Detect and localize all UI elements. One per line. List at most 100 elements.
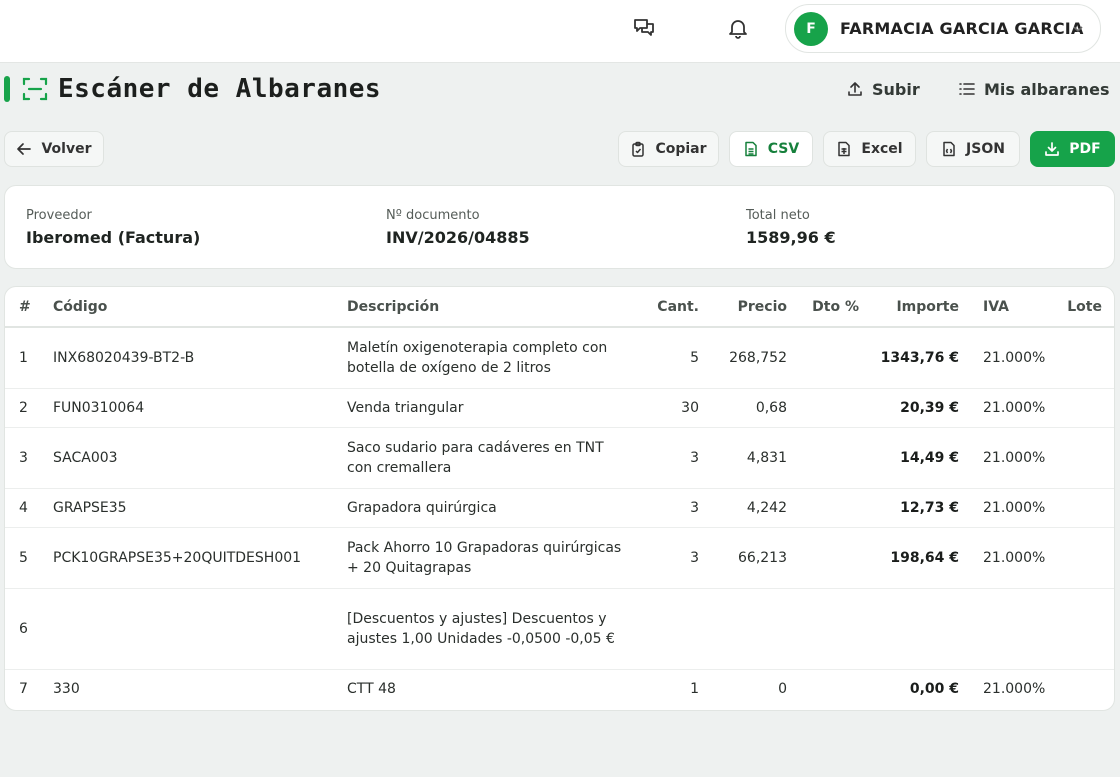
cell-description: Grapadora quirúrgica <box>341 488 647 528</box>
table-header-row: # Código Descripción Cant. Precio Dto % … <box>5 287 1114 328</box>
csv-label: CSV <box>767 141 800 157</box>
column-header-discount: Dto % <box>793 287 865 328</box>
cell-vat: 21.000% <box>965 388 1045 428</box>
file-json-icon <box>943 141 955 157</box>
cell-quantity: 1 <box>690 681 699 698</box>
table-row: 3 SACA003 Saco sudario para cadáveres en T… <box>5 427 1114 489</box>
clipboard-icon <box>632 141 645 157</box>
cell-amount: 1343,76 € <box>865 327 965 389</box>
csv-button[interactable]: CSV <box>729 131 813 167</box>
column-header-vat: IVA <box>965 287 1045 328</box>
cell-number: 3 <box>5 427 47 489</box>
line-items-table: # Código Descripción Cant. Precio Dto % … <box>5 287 1114 709</box>
total-label: Total neto <box>746 208 810 223</box>
cell-discount <box>793 669 865 709</box>
cell-number: 4 <box>5 488 47 528</box>
upload-icon <box>848 82 862 96</box>
cell-description: CTT 48 <box>347 681 396 698</box>
cell-discount <box>793 388 865 428</box>
cell-quantity: 3 <box>647 427 705 489</box>
title-accent-bar <box>4 76 10 102</box>
cell-lot <box>1045 388 1114 428</box>
document-number-value: INV/2026/04885 <box>386 228 530 247</box>
cell-code <box>47 588 341 670</box>
column-header-quantity: Cant. <box>647 287 705 328</box>
cell-lot <box>1045 427 1114 489</box>
cell-quantity <box>647 588 705 670</box>
cell-price: 66,213 <box>705 527 793 589</box>
top-bar: F FARMACIA GARCIA GARCIA <box>0 0 1120 63</box>
supplier-label: Proveedor <box>26 208 92 223</box>
cell-amount <box>865 588 965 670</box>
cell-amount: 0,00 € <box>909 681 959 698</box>
cell-quantity: 3 <box>647 527 705 589</box>
document-number-label: Nº documento <box>386 208 480 223</box>
cell-description: Venda triangular <box>341 388 647 428</box>
cell-vat <box>965 588 1045 670</box>
user-menu[interactable]: F FARMACIA GARCIA GARCIA <box>785 4 1101 53</box>
cell-lot <box>1045 527 1114 589</box>
cell-code: PCK10GRAPSE35+20QUITDESH001 <box>47 527 341 589</box>
cell-discount <box>793 427 865 489</box>
bell-icon[interactable] <box>718 12 758 44</box>
excel-button[interactable]: Excel <box>823 131 916 167</box>
back-label: Volver <box>41 141 92 157</box>
column-header-lot: Lote <box>1045 287 1114 328</box>
cell-lot <box>1045 588 1114 670</box>
cell-code: 330 <box>53 681 80 698</box>
user-name: FARMACIA GARCIA GARCIA <box>840 19 1084 38</box>
cell-discount <box>793 527 865 589</box>
column-header-description: Descripción <box>341 287 647 328</box>
cell-vat: 21.000% <box>965 327 1045 389</box>
excel-label: Excel <box>861 141 903 157</box>
cell-vat: 21.000% <box>965 488 1045 528</box>
upload-label: Subir <box>872 79 920 99</box>
cell-price: 4,242 <box>705 488 793 528</box>
cell-number: 5 <box>5 527 47 589</box>
back-button[interactable]: Volver <box>4 131 104 167</box>
cell-amount: 12,73 € <box>865 488 965 528</box>
cell-vat: 21.000% <box>983 681 1046 698</box>
table-row: 4 GRAPSE35 Grapadora quirúrgica 3 4,242 12,73… <box>5 488 1114 528</box>
list-icon <box>959 83 975 95</box>
page-title: Escáner de Albaranes <box>58 74 382 104</box>
column-header-number: # <box>5 287 47 328</box>
cell-quantity: 5 <box>647 327 705 389</box>
cell-price <box>705 588 793 670</box>
total-value: 1589,96 € <box>746 228 836 247</box>
cell-description: Saco sudario para cadáveres en TNT con c… <box>341 427 647 489</box>
cell-code: SACA003 <box>47 427 341 489</box>
copy-button[interactable]: Copiar <box>618 131 719 167</box>
cell-code: FUN0310064 <box>47 388 341 428</box>
cell-amount: 198,64 € <box>865 527 965 589</box>
upload-button[interactable]: Subir <box>846 76 920 102</box>
json-button[interactable]: JSON <box>926 131 1020 167</box>
table-row: 2 FUN0310064 Venda triangular 30 0,68 20,39 €… <box>5 388 1114 428</box>
avatar: F <box>794 11 828 46</box>
cell-price: 268,752 <box>705 327 793 389</box>
download-icon <box>1045 142 1060 156</box>
cell-description: [Descuentos y ajustes] Descuentos y ajus… <box>341 588 647 670</box>
pdf-label: PDF <box>1069 141 1101 157</box>
cell-discount <box>793 327 865 389</box>
cell-amount: 20,39 € <box>865 388 965 428</box>
cell-price: 4,831 <box>705 427 793 489</box>
column-header-amount: Importe <box>865 287 965 328</box>
cell-description: Pack Ahorro 10 Grapadoras quirúrgicas + … <box>341 527 647 589</box>
cell-number: 2 <box>5 388 47 428</box>
table-row: 5 PCK10GRAPSE35+20QUITDESH001 Pack Ahorro … <box>5 527 1114 589</box>
cell-number: 7 <box>19 681 28 698</box>
cell-quantity: 3 <box>647 488 705 528</box>
pdf-download-button[interactable]: PDF <box>1030 131 1115 167</box>
chat-bubbles-icon[interactable] <box>624 12 664 44</box>
file-csv-icon <box>745 141 757 157</box>
table-row: 6 [Descuentos y ajustes] Descuentos y aju… <box>5 588 1114 670</box>
chevron-down-icon <box>1073 26 1083 33</box>
document-summary-card: Proveedor Iberomed (Factura) Nº document… <box>4 185 1115 269</box>
cell-lot <box>1045 669 1114 709</box>
cell-vat: 21.000% <box>965 427 1045 489</box>
copy-label: Copiar <box>655 141 707 157</box>
my-documents-button[interactable]: Mis albaranes <box>958 76 1109 102</box>
cell-price: 0,68 <box>705 388 793 428</box>
cell-lot <box>1045 327 1114 389</box>
